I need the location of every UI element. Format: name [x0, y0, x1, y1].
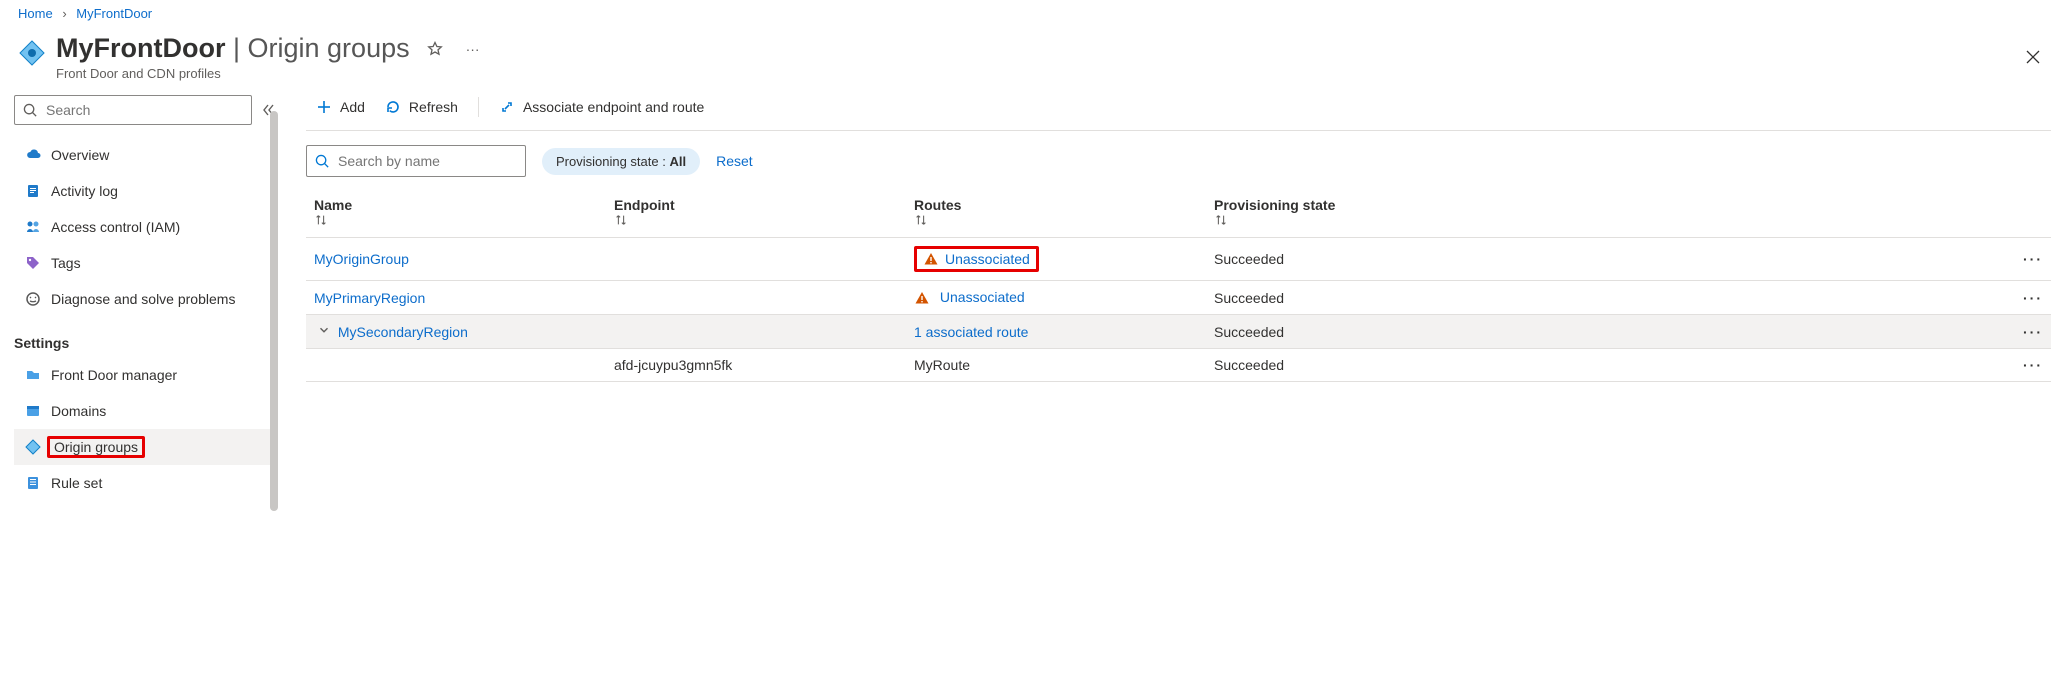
sidebar-item-label: Domains: [51, 403, 106, 419]
sidebar-item-iam[interactable]: Access control (IAM): [14, 209, 276, 245]
frontdoor-icon: [18, 39, 46, 67]
filter-pill-provisioning[interactable]: Provisioning state : All: [542, 148, 700, 175]
col-state[interactable]: Provisioning state: [1206, 187, 2003, 238]
sidebar-item-label: Rule set: [51, 475, 102, 491]
ruleset-icon: [21, 475, 45, 491]
add-button[interactable]: Add: [306, 91, 375, 123]
sidebar-item-label: Overview: [51, 147, 109, 163]
origin-group-link[interactable]: MyOriginGroup: [314, 251, 409, 267]
sidebar-item-overview[interactable]: Overview: [14, 137, 276, 173]
col-routes[interactable]: Routes: [906, 187, 1206, 238]
grid-search[interactable]: [306, 145, 526, 177]
sidebar-item-rule-set[interactable]: Rule set: [14, 465, 276, 501]
reset-filters-link[interactable]: Reset: [716, 153, 753, 169]
endpoint-cell: afd-jcuypu3gmn5fk: [606, 349, 906, 382]
cmd-label: Refresh: [409, 99, 458, 115]
table-row[interactable]: MySecondaryRegion 1 associated route Suc…: [306, 315, 2051, 349]
sidebar-heading-settings: Settings: [14, 335, 276, 351]
blade-header: MyFrontDoor | Origin groups ··· Front Do…: [0, 25, 2065, 83]
warning-icon: [914, 290, 930, 306]
state-cell: Succeeded: [1206, 238, 2003, 281]
command-bar: Add Refresh Associate endpoint and route: [306, 83, 2051, 131]
sidebar-item-label: Diagnose and solve problems: [51, 291, 235, 307]
sidebar-item-label: Origin groups: [47, 436, 145, 458]
table-row[interactable]: MyPrimaryRegion Unassociated Succeeded ·…: [306, 281, 2051, 315]
sidebar-item-tags[interactable]: Tags: [14, 245, 276, 281]
search-icon: [315, 154, 330, 169]
content-area: Add Refresh Associate endpoint and route…: [276, 83, 2065, 382]
more-commands[interactable]: ···: [460, 36, 486, 62]
routes-link[interactable]: Unassociated: [945, 251, 1030, 267]
sidebar: Overview Activity log Access control (IA…: [0, 83, 276, 501]
sidebar-item-domains[interactable]: Domains: [14, 393, 276, 429]
breadcrumb-home[interactable]: Home: [18, 6, 53, 21]
filter-bar: Provisioning state : All Reset: [306, 131, 2051, 187]
plus-icon: [316, 99, 332, 115]
pill-value: All: [669, 154, 686, 169]
table-row[interactable]: MyOriginGroup Unassociated Succeeded ···: [306, 238, 2051, 281]
pill-label: Provisioning state :: [556, 154, 669, 169]
routes-cell-highlight: Unassociated: [914, 246, 1039, 272]
warning-icon: [923, 251, 939, 267]
domains-icon: [21, 403, 45, 419]
breadcrumb: Home › MyFrontDoor: [0, 0, 2065, 25]
search-icon: [23, 103, 38, 118]
endpoint-cell: [606, 315, 906, 349]
origin-group-link[interactable]: MySecondaryRegion: [338, 324, 468, 340]
sidebar-item-fd-manager[interactable]: Front Door manager: [14, 357, 276, 393]
sidebar-item-origin-groups[interactable]: Origin groups: [14, 429, 276, 465]
log-icon: [21, 183, 45, 199]
command-separator: [478, 97, 479, 117]
associate-icon: [499, 99, 515, 115]
state-cell: Succeeded: [1206, 349, 2003, 382]
col-endpoint[interactable]: Endpoint: [606, 187, 906, 238]
endpoint-cell: [606, 238, 906, 281]
people-icon: [21, 219, 45, 235]
page-title: MyFrontDoor | Origin groups: [56, 33, 410, 64]
wrench-icon: [21, 291, 45, 307]
state-cell: Succeeded: [1206, 281, 2003, 315]
routes-link[interactable]: Unassociated: [940, 289, 1025, 305]
associate-button[interactable]: Associate endpoint and route: [489, 91, 714, 123]
sidebar-item-label: Tags: [51, 255, 81, 271]
sidebar-item-activity-log[interactable]: Activity log: [14, 173, 276, 209]
row-menu-button[interactable]: ···: [2023, 357, 2043, 373]
breadcrumb-sep: ›: [62, 6, 66, 21]
sidebar-item-label: Activity log: [51, 183, 118, 199]
origin-group-link[interactable]: MyPrimaryRegion: [314, 290, 425, 306]
state-cell: Succeeded: [1206, 315, 2003, 349]
row-menu-button[interactable]: ···: [2023, 290, 2043, 306]
sidebar-search[interactable]: [14, 95, 252, 125]
table-child-row[interactable]: afd-jcuypu3gmn5fk MyRoute Succeeded ···: [306, 349, 2051, 382]
cmd-label: Add: [340, 99, 365, 115]
tag-icon: [21, 255, 45, 271]
routes-cell: MyRoute: [906, 349, 1206, 382]
manager-icon: [21, 367, 45, 383]
cloud-icon: [21, 147, 45, 163]
sort-icon: [614, 213, 898, 227]
sidebar-search-input[interactable]: [44, 101, 243, 119]
grid-search-input[interactable]: [336, 152, 521, 170]
sidebar-item-diagnose[interactable]: Diagnose and solve problems: [14, 281, 276, 317]
expand-toggle[interactable]: [314, 323, 334, 337]
refresh-button[interactable]: Refresh: [375, 91, 468, 123]
origin-groups-table: Name Endpoint Routes Provisioning state …: [306, 187, 2051, 382]
refresh-icon: [385, 99, 401, 115]
sidebar-item-label: Access control (IAM): [51, 219, 180, 235]
breadcrumb-resource[interactable]: MyFrontDoor: [76, 6, 152, 21]
cmd-label: Associate endpoint and route: [523, 99, 704, 115]
origin-groups-icon: [21, 439, 45, 455]
routes-link[interactable]: 1 associated route: [914, 324, 1028, 340]
endpoint-cell: [606, 281, 906, 315]
sidebar-item-label: Front Door manager: [51, 367, 177, 383]
row-menu-button[interactable]: ···: [2023, 324, 2043, 340]
row-menu-button[interactable]: ···: [2023, 251, 2043, 267]
resource-type-label: Front Door and CDN profiles: [56, 66, 486, 81]
favorite-button[interactable]: [422, 36, 448, 62]
col-name[interactable]: Name: [306, 187, 606, 238]
sort-icon: [314, 213, 598, 227]
close-blade-button[interactable]: [2019, 43, 2047, 71]
sort-icon: [1214, 213, 1995, 227]
sort-icon: [914, 213, 1198, 227]
